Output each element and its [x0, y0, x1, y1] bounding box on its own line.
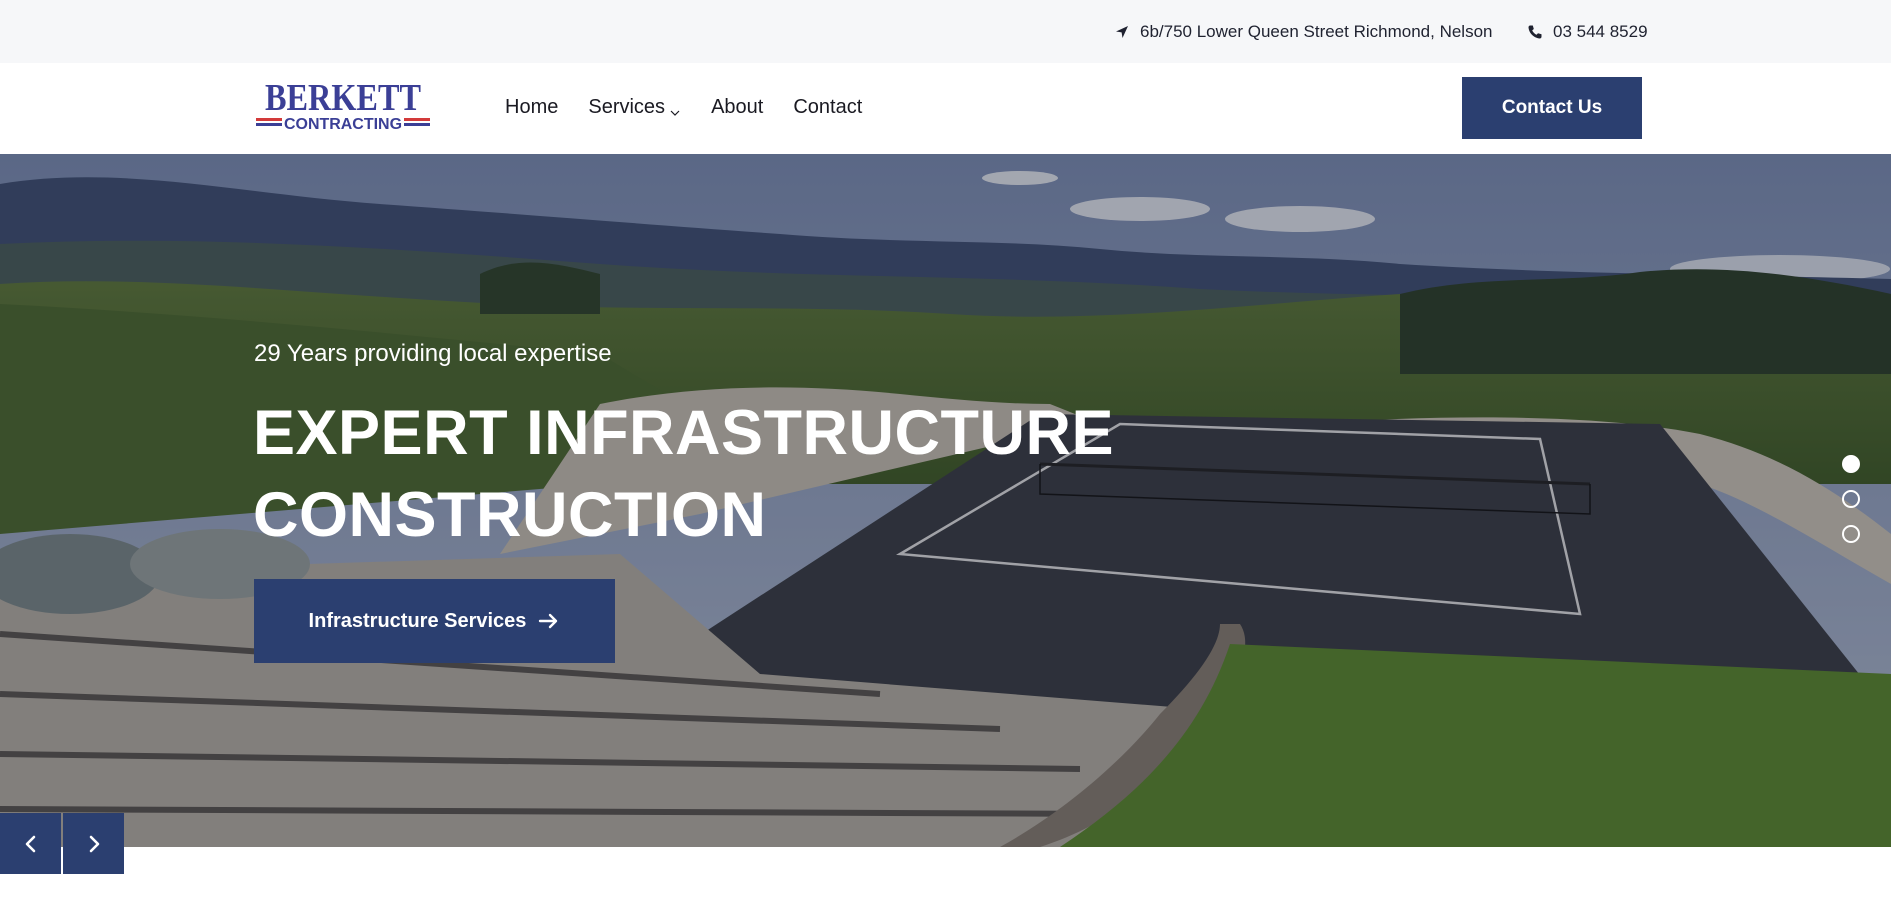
chevron-down-icon — [669, 102, 681, 116]
hero-headline: EXPERT INFRASTRUCTURE CONSTRUCTION — [253, 392, 1114, 556]
chevron-right-icon — [83, 833, 105, 855]
infrastructure-services-label: Infrastructure Services — [308, 609, 527, 632]
slider-arrows — [0, 813, 124, 874]
site-header: BERKETT CONTRACTING Home Services About … — [0, 63, 1891, 154]
nav-services[interactable]: Services — [588, 96, 681, 119]
nav-contact-label: Contact — [793, 96, 863, 118]
phone-icon — [1526, 23, 1544, 41]
phone-number: 03 544 8529 — [1553, 22, 1648, 41]
logo-wordmark: BERKETT — [265, 77, 421, 119]
berkett-contracting-logo[interactable]: BERKETT CONTRACTING — [254, 77, 432, 141]
main-nav: Home Services About Contact — [505, 96, 892, 119]
phone-info[interactable]: 03 544 8529 — [1526, 22, 1648, 42]
nav-contact[interactable]: Contact — [793, 96, 862, 119]
slide-dot-1[interactable] — [1842, 455, 1860, 473]
contact-us-button[interactable]: Contact Us — [1462, 77, 1642, 139]
logo-subtitle: CONTRACTING — [284, 116, 402, 133]
location-arrow-icon — [1113, 23, 1131, 41]
hero-slider: 29 Years providing local expertise EXPER… — [0, 154, 1891, 847]
hero-headline-line-2: CONSTRUCTION — [253, 480, 767, 550]
arrow-right-icon — [538, 612, 560, 630]
nav-services-label: Services — [588, 96, 666, 118]
top-info-bar: 6b/750 Lower Queen Street Richmond, Nels… — [0, 0, 1891, 63]
nav-about[interactable]: About — [711, 96, 763, 119]
hero-kicker: 29 Years providing local expertise — [254, 340, 612, 367]
hero-headline-line-1: EXPERT INFRASTRUCTURE — [253, 398, 1115, 468]
nav-home[interactable]: Home — [505, 96, 558, 119]
slide-dot-2[interactable] — [1842, 490, 1860, 508]
nav-about-label: About — [711, 96, 764, 118]
infrastructure-services-button[interactable]: Infrastructure Services — [254, 579, 615, 663]
slide-dot-3[interactable] — [1842, 525, 1860, 543]
address-info[interactable]: 6b/750 Lower Queen Street Richmond, Nels… — [1113, 22, 1492, 42]
slide-pagination — [1842, 455, 1862, 560]
chevron-left-icon — [20, 833, 42, 855]
slider-next-button[interactable] — [63, 813, 124, 874]
address-text: 6b/750 Lower Queen Street Richmond, Nels… — [1140, 22, 1493, 41]
nav-home-label: Home — [505, 96, 559, 118]
slider-prev-button[interactable] — [0, 813, 61, 874]
